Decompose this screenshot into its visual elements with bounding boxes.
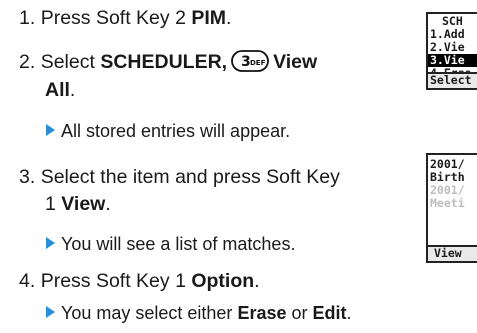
step-3-cont: 1 View. — [45, 190, 111, 218]
step-punct: . — [226, 7, 232, 29]
phone-screen-scheduler: SCH 1.Add 2.Vie 3.Vie 4.Eras Select — [426, 12, 477, 90]
option-label: Erase — [237, 303, 287, 323]
soft-key-label: PIM — [191, 7, 227, 29]
menu-label: All — [45, 79, 70, 101]
softkey-bar: Select — [428, 72, 477, 88]
arrow-icon — [46, 124, 55, 136]
step-number: 4. — [19, 270, 36, 292]
note-2: You will see a list of matches. — [46, 232, 295, 256]
step-punct: . — [105, 193, 111, 215]
key-letters: DEF — [250, 59, 266, 67]
softkey-bar: View — [428, 245, 477, 261]
step-text: Select the item and press Soft Key — [40, 166, 340, 188]
step-number: 3. — [19, 166, 36, 188]
step-text: Press Soft Key 1 — [40, 270, 192, 292]
step-punct: . — [69, 79, 76, 101]
menu-label: View — [273, 51, 318, 73]
note-text: You may select either — [61, 303, 238, 323]
note-text: You will see a list of matches. — [61, 234, 296, 254]
step-2-cont: All. — [45, 76, 75, 104]
arrow-icon — [46, 306, 55, 318]
soft-key-label: View — [61, 193, 106, 215]
note-1: All stored entries will appear. — [46, 119, 290, 143]
note-text: All stored entries will appear. — [61, 121, 291, 141]
phone-screen-entries: 2001/ Birth 2001/ Meeti View — [426, 153, 477, 263]
step-text: 1 — [45, 193, 62, 215]
soft-key-label: Option — [191, 270, 255, 292]
step-text: Press Soft Key 2 — [40, 7, 192, 29]
arrow-icon — [46, 237, 55, 249]
softkey-label: View — [434, 246, 462, 260]
note-text: or — [286, 303, 313, 323]
step-punct: . — [346, 303, 352, 323]
step-number: 2. — [19, 51, 36, 73]
option-label: Edit — [312, 303, 347, 323]
step-4: 4. Press Soft Key 1 Option. — [19, 267, 260, 295]
step-punct: . — [254, 270, 260, 292]
note-3: You may select either Erase or Edit. — [46, 301, 352, 325]
menu-label: SCHEDULER, — [100, 51, 228, 73]
softkey-label: Select — [430, 73, 472, 87]
step-1: 1. Press Soft Key 2 PIM. — [19, 4, 231, 32]
entry-title: Meeti — [430, 196, 465, 210]
step-text: Select — [40, 51, 101, 73]
keypad-3-icon: 3 DEF — [231, 50, 269, 80]
step-number: 1. — [19, 7, 36, 29]
step-3: 3. Select the item and press Soft Key — [19, 163, 340, 191]
